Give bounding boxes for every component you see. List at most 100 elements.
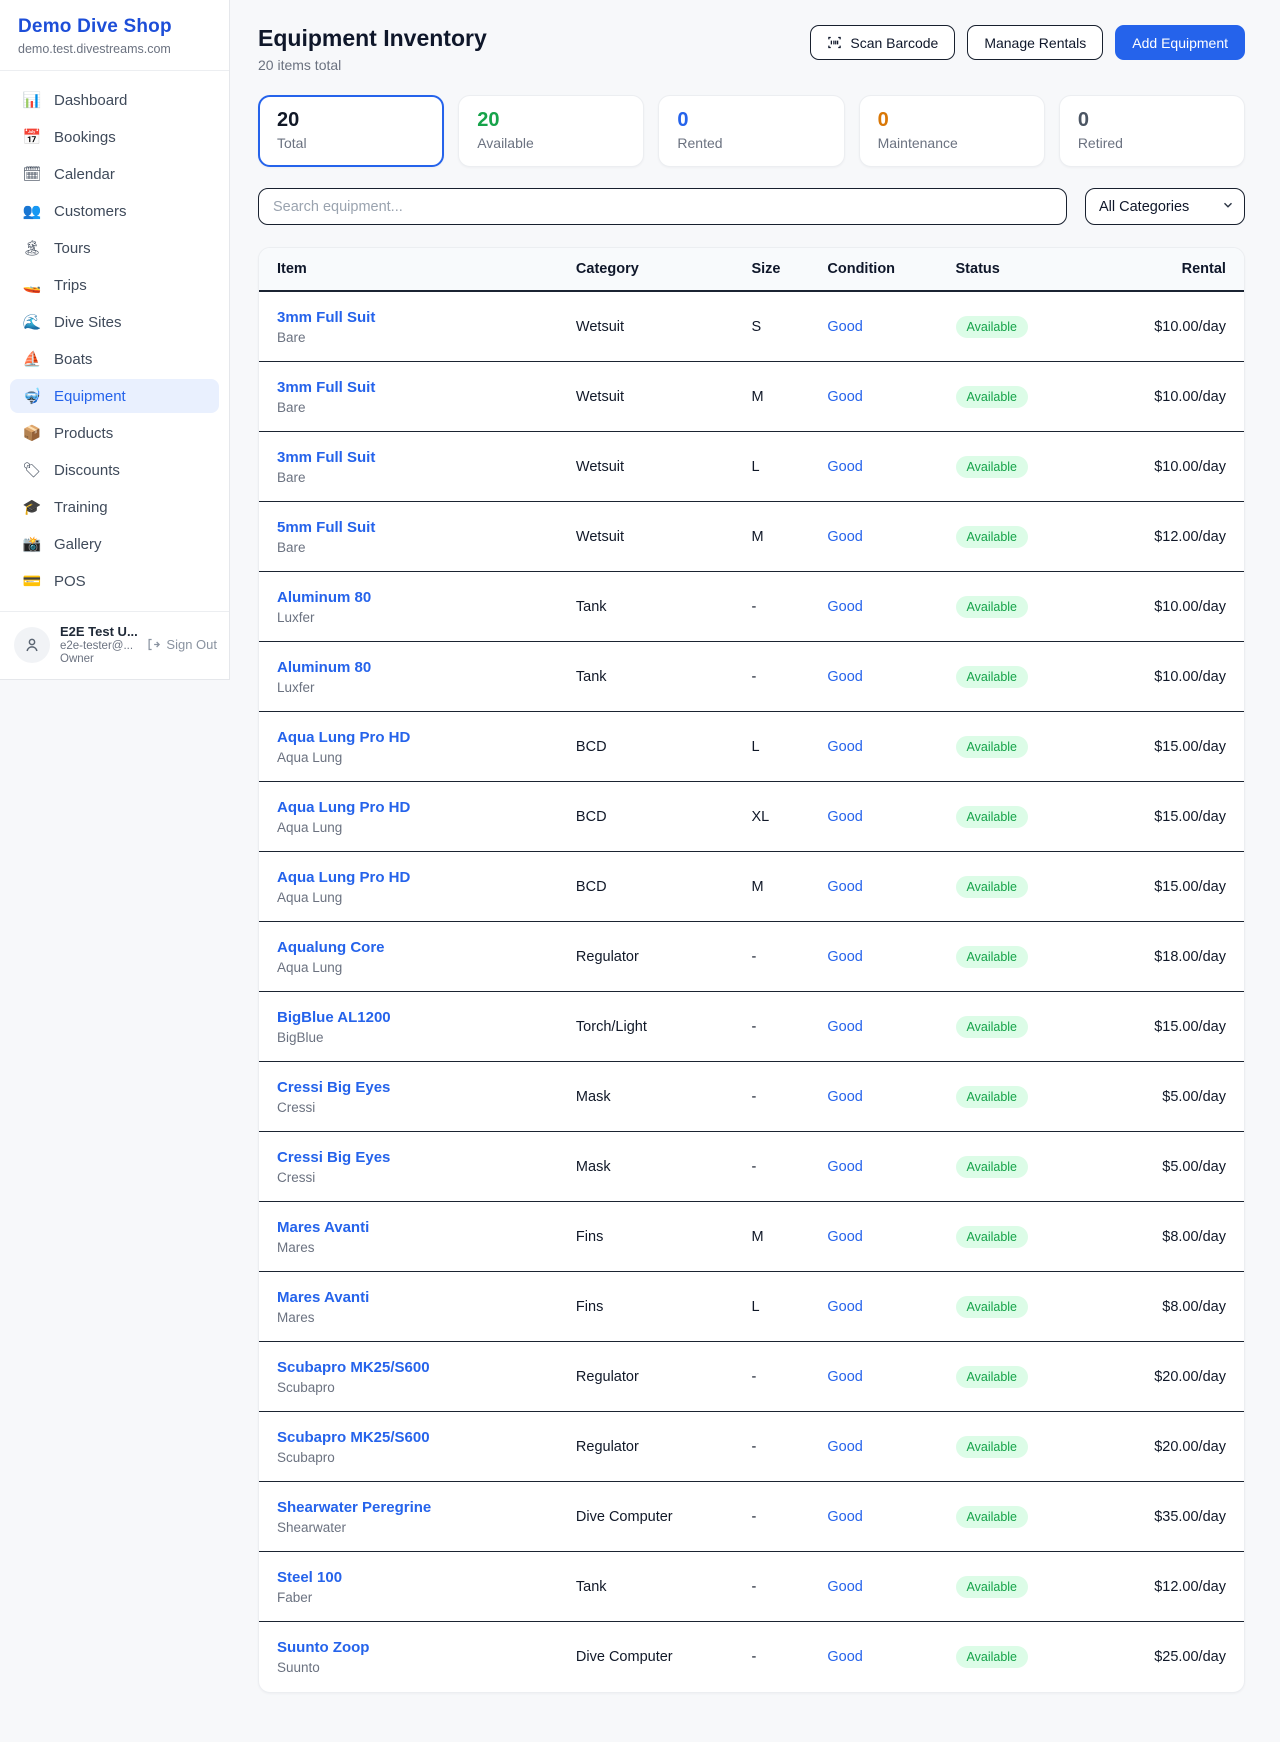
item-condition-link[interactable]: Good xyxy=(827,389,955,405)
item-name-link[interactable]: Aqualung Core xyxy=(277,939,576,956)
sidebar-item-label: Dashboard xyxy=(54,92,127,109)
sidebar-item-bookings[interactable]: 📅 Bookings xyxy=(10,120,219,154)
item-name-link[interactable]: BigBlue AL1200 xyxy=(277,1009,576,1026)
item-condition-link[interactable]: Good xyxy=(827,529,955,545)
sidebar-item-calendar[interactable]: 🗓 Calendar xyxy=(10,157,219,191)
item-name-link[interactable]: Aqua Lung Pro HD xyxy=(277,869,576,886)
item-rental-price: $18.00/day xyxy=(1107,949,1226,965)
item-name-link[interactable]: Aqua Lung Pro HD xyxy=(277,799,576,816)
category-select[interactable]: All Categories xyxy=(1085,188,1245,225)
calendar-date-icon: 📅 xyxy=(22,128,42,146)
item-name-link[interactable]: Mares Avanti xyxy=(277,1219,576,1236)
item-name-link[interactable]: Scubapro MK25/S600 xyxy=(277,1429,576,1446)
header-actions: Scan Barcode Manage Rentals Add Equipmen… xyxy=(810,25,1245,60)
user-role: Owner xyxy=(60,653,136,665)
item-rental-price: $25.00/day xyxy=(1107,1649,1226,1665)
item-name-link[interactable]: Steel 100 xyxy=(277,1569,576,1586)
item-name-link[interactable]: 5mm Full Suit xyxy=(277,519,576,536)
stat-card-retired[interactable]: 0 Retired xyxy=(1059,95,1245,167)
item-brand: Scubapro xyxy=(277,1450,576,1465)
sidebar-item-gallery[interactable]: 📸 Gallery xyxy=(10,527,219,561)
sidebar-item-label: Calendar xyxy=(54,166,115,183)
stat-card-maintenance[interactable]: 0 Maintenance xyxy=(859,95,1045,167)
item-condition-link[interactable]: Good xyxy=(827,1089,955,1105)
table-row: Cressi Big Eyes Cressi Mask - Good Avail… xyxy=(259,1062,1244,1132)
item-condition-link[interactable]: Good xyxy=(827,809,955,825)
page-header: Equipment Inventory 20 items total Scan … xyxy=(258,25,1245,73)
sidebar-item-equipment[interactable]: 🤿 Equipment xyxy=(10,379,219,413)
calendar-icon: 🗓 xyxy=(22,165,42,183)
item-condition-link[interactable]: Good xyxy=(827,1649,955,1665)
stat-card-available[interactable]: 20 Available xyxy=(458,95,644,167)
item-condition-link[interactable]: Good xyxy=(827,1369,955,1385)
sidebar-item-trips[interactable]: 🚤 Trips xyxy=(10,268,219,302)
item-name-link[interactable]: Aqua Lung Pro HD xyxy=(277,729,576,746)
item-rental-price: $8.00/day xyxy=(1107,1299,1226,1315)
add-equipment-button[interactable]: Add Equipment xyxy=(1115,25,1245,60)
item-name-link[interactable]: Suunto Zoop xyxy=(277,1639,576,1656)
table-row: BigBlue AL1200 BigBlue Torch/Light - Goo… xyxy=(259,992,1244,1062)
item-name-link[interactable]: Mares Avanti xyxy=(277,1289,576,1306)
item-condition-link[interactable]: Good xyxy=(827,669,955,685)
item-name-link[interactable]: Aluminum 80 xyxy=(277,589,576,606)
item-condition-link[interactable]: Good xyxy=(827,1019,955,1035)
column-header-item: Item xyxy=(277,261,576,277)
item-name-link[interactable]: 3mm Full Suit xyxy=(277,449,576,466)
item-category: Dive Computer xyxy=(576,1649,752,1665)
stat-value: 0 xyxy=(1078,109,1226,132)
item-name-link[interactable]: Shearwater Peregrine xyxy=(277,1499,576,1516)
sidebar-item-boats[interactable]: ⛵ Boats xyxy=(10,342,219,376)
item-condition-link[interactable]: Good xyxy=(827,319,955,335)
item-condition-link[interactable]: Good xyxy=(827,949,955,965)
sidebar-item-discounts[interactable]: 🏷 Discounts xyxy=(10,453,219,487)
sidebar-item-training[interactable]: 🎓 Training xyxy=(10,490,219,524)
item-condition-link[interactable]: Good xyxy=(827,599,955,615)
item-category: Mask xyxy=(576,1089,752,1105)
item-rental-price: $15.00/day xyxy=(1107,879,1226,895)
scan-barcode-button[interactable]: Scan Barcode xyxy=(810,25,955,60)
avatar xyxy=(14,627,50,663)
sidebar-item-dive-sites[interactable]: 🌊 Dive Sites xyxy=(10,305,219,339)
item-size: - xyxy=(751,599,827,615)
sidebar-item-dashboard[interactable]: 📊 Dashboard xyxy=(10,83,219,117)
item-condition-link[interactable]: Good xyxy=(827,1579,955,1595)
item-name-link[interactable]: Cressi Big Eyes xyxy=(277,1079,576,1096)
sidebar-item-products[interactable]: 📦 Products xyxy=(10,416,219,450)
item-condition-link[interactable]: Good xyxy=(827,879,955,895)
item-name-link[interactable]: Aluminum 80 xyxy=(277,659,576,676)
sign-out-button[interactable]: Sign Out xyxy=(146,637,217,652)
item-size: M xyxy=(751,1229,827,1245)
item-name-link[interactable]: 3mm Full Suit xyxy=(277,379,576,396)
stats-row: 20 Total 20 Available 0 Rented 0 Mainten… xyxy=(258,95,1245,167)
item-condition-link[interactable]: Good xyxy=(827,459,955,475)
item-name-link[interactable]: 3mm Full Suit xyxy=(277,309,576,326)
item-condition-link[interactable]: Good xyxy=(827,1299,955,1315)
sidebar-item-label: Boats xyxy=(54,351,92,368)
sidebar-item-pos[interactable]: 💳 POS xyxy=(10,564,219,598)
sidebar-item-tours[interactable]: 🏝 Tours xyxy=(10,231,219,265)
item-category: Mask xyxy=(576,1159,752,1175)
table-row: Aluminum 80 Luxfer Tank - Good Available… xyxy=(259,572,1244,642)
item-rental-price: $15.00/day xyxy=(1107,1019,1226,1035)
credit-card-icon: 💳 xyxy=(22,572,42,590)
item-condition-link[interactable]: Good xyxy=(827,1439,955,1455)
search-input[interactable] xyxy=(258,188,1067,225)
sidebar-item-customers[interactable]: 👥 Customers xyxy=(10,194,219,228)
item-rental-price: $10.00/day xyxy=(1107,599,1226,615)
item-name-link[interactable]: Scubapro MK25/S600 xyxy=(277,1359,576,1376)
column-header-condition: Condition xyxy=(827,261,955,277)
stat-card-rented[interactable]: 0 Rented xyxy=(658,95,844,167)
manage-rentals-button[interactable]: Manage Rentals xyxy=(967,25,1103,60)
item-name-link[interactable]: Cressi Big Eyes xyxy=(277,1149,576,1166)
person-icon xyxy=(23,636,41,654)
item-condition-link[interactable]: Good xyxy=(827,1229,955,1245)
item-condition-link[interactable]: Good xyxy=(827,1159,955,1175)
status-badge: Available xyxy=(956,526,1029,548)
column-header-rental: Rental xyxy=(1107,261,1226,277)
item-brand: Scubapro xyxy=(277,1380,576,1395)
item-size: S xyxy=(751,319,827,335)
item-condition-link[interactable]: Good xyxy=(827,1509,955,1525)
stat-card-total[interactable]: 20 Total xyxy=(258,95,444,167)
item-rental-price: $35.00/day xyxy=(1107,1509,1226,1525)
item-condition-link[interactable]: Good xyxy=(827,739,955,755)
